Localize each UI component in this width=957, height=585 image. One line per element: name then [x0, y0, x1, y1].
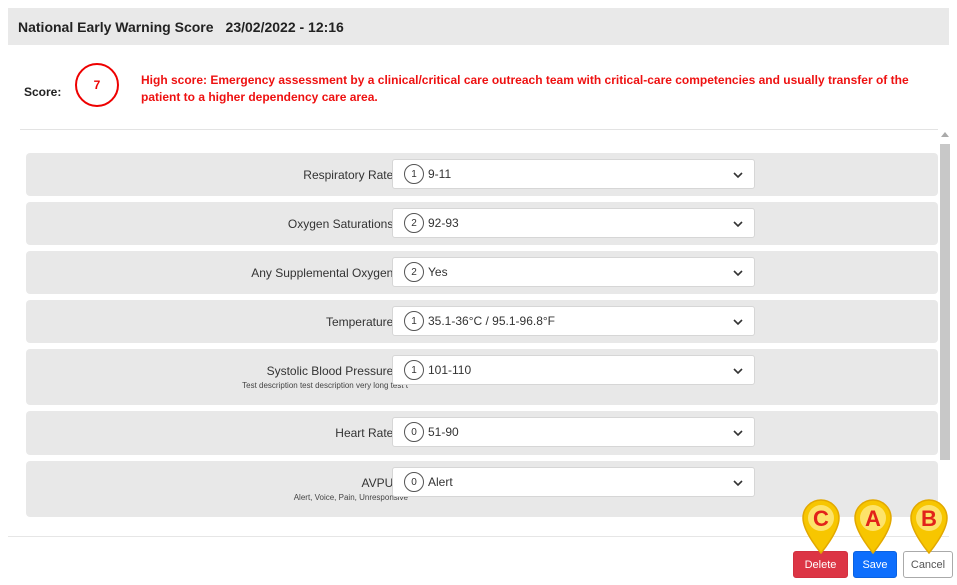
field-label: Oxygen Saturations * :	[287, 217, 408, 231]
temperature-select[interactable]: 1 35.1-36°C / 95.1-96.8°F	[392, 306, 755, 336]
field-label: Any Supplemental Oxygen * :	[251, 266, 408, 280]
delete-button[interactable]: Delete	[793, 551, 848, 578]
field-description: Test description test description very l…	[242, 381, 408, 390]
chevron-down-icon	[733, 270, 743, 277]
field-temperature: Temperature * : 1 35.1-36°C / 95.1-96.8°…	[26, 300, 938, 343]
scrollbar-thumb[interactable]	[940, 144, 950, 460]
selected-value: 92-93	[428, 216, 459, 230]
field-supplemental-oxygen: Any Supplemental Oxygen * : 2 Yes	[26, 251, 938, 294]
supplemental-oxygen-select[interactable]: 2 Yes	[392, 257, 755, 287]
points-badge: 0	[404, 472, 424, 492]
chevron-down-icon	[733, 368, 743, 375]
chevron-down-icon	[733, 430, 743, 437]
marker-letter: B	[921, 506, 937, 531]
selected-value: 51-90	[428, 425, 459, 439]
selected-value: Alert	[428, 475, 453, 489]
field-respiratory-rate: Respiratory Rate * : 1 9-11	[26, 153, 938, 196]
divider	[20, 129, 938, 130]
points-badge: 2	[404, 262, 424, 282]
heart-rate-select[interactable]: 0 51-90	[392, 417, 755, 447]
oxygen-saturations-select[interactable]: 2 92-93	[392, 208, 755, 238]
scroll-up-arrow-icon[interactable]	[941, 132, 949, 137]
field-heart-rate: Heart Rate * : 0 51-90	[26, 411, 938, 455]
points-badge: 1	[404, 311, 424, 331]
score-value: 7	[93, 78, 101, 92]
respiratory-rate-select[interactable]: 1 9-11	[392, 159, 755, 189]
marker-letter: C	[813, 506, 829, 531]
selected-value: 101-110	[428, 363, 472, 377]
chevron-down-icon	[733, 480, 743, 487]
points-badge: 1	[404, 164, 424, 184]
points-badge: 0	[404, 422, 424, 442]
selected-value: 9-11	[428, 167, 452, 181]
score-label: Score:	[24, 85, 62, 99]
selected-value: Yes	[428, 265, 448, 279]
chevron-down-icon	[733, 221, 743, 228]
score-message: High score: Emergency assessment by a cl…	[141, 73, 909, 104]
avpu-select[interactable]: 0 Alert	[392, 467, 755, 497]
field-description: Alert, Voice, Pain, Unresponsive	[293, 493, 408, 502]
systolic-blood-pressure-select[interactable]: 1 101-110	[392, 355, 755, 385]
selected-value: 35.1-36°C / 95.1-96.8°F	[428, 314, 556, 328]
cancel-button[interactable]: Cancel	[903, 551, 953, 578]
save-button[interactable]: Save	[853, 551, 897, 578]
points-badge: 1	[404, 360, 424, 380]
points-badge: 2	[404, 213, 424, 233]
callout-marker-c: C	[802, 499, 840, 555]
page-title: National Early Warning Score	[18, 18, 214, 35]
chevron-down-icon	[733, 172, 743, 179]
field-label: Systolic Blood Pressure * :	[266, 364, 408, 378]
marker-letter: A	[865, 506, 881, 531]
callout-marker-b: B	[910, 499, 948, 555]
vertical-scrollbar[interactable]	[940, 131, 950, 521]
chevron-down-icon	[733, 319, 743, 326]
score-badge: 7	[75, 63, 119, 107]
field-systolic-blood-pressure: Systolic Blood Pressure * : Test descrip…	[26, 349, 938, 405]
callout-marker-a: A	[854, 499, 892, 555]
window-title-bar: National Early Warning Score 23/02/2022 …	[8, 8, 949, 45]
form-fields: Respiratory Rate * : 1 9-11 Oxygen Satur…	[26, 153, 938, 523]
field-oxygen-saturations: Oxygen Saturations * : 2 92-93	[26, 202, 938, 245]
score-summary: Score: 7 High score: Emergency assessmen…	[8, 52, 949, 130]
title-timestamp: 23/02/2022 - 12:16	[225, 18, 344, 35]
